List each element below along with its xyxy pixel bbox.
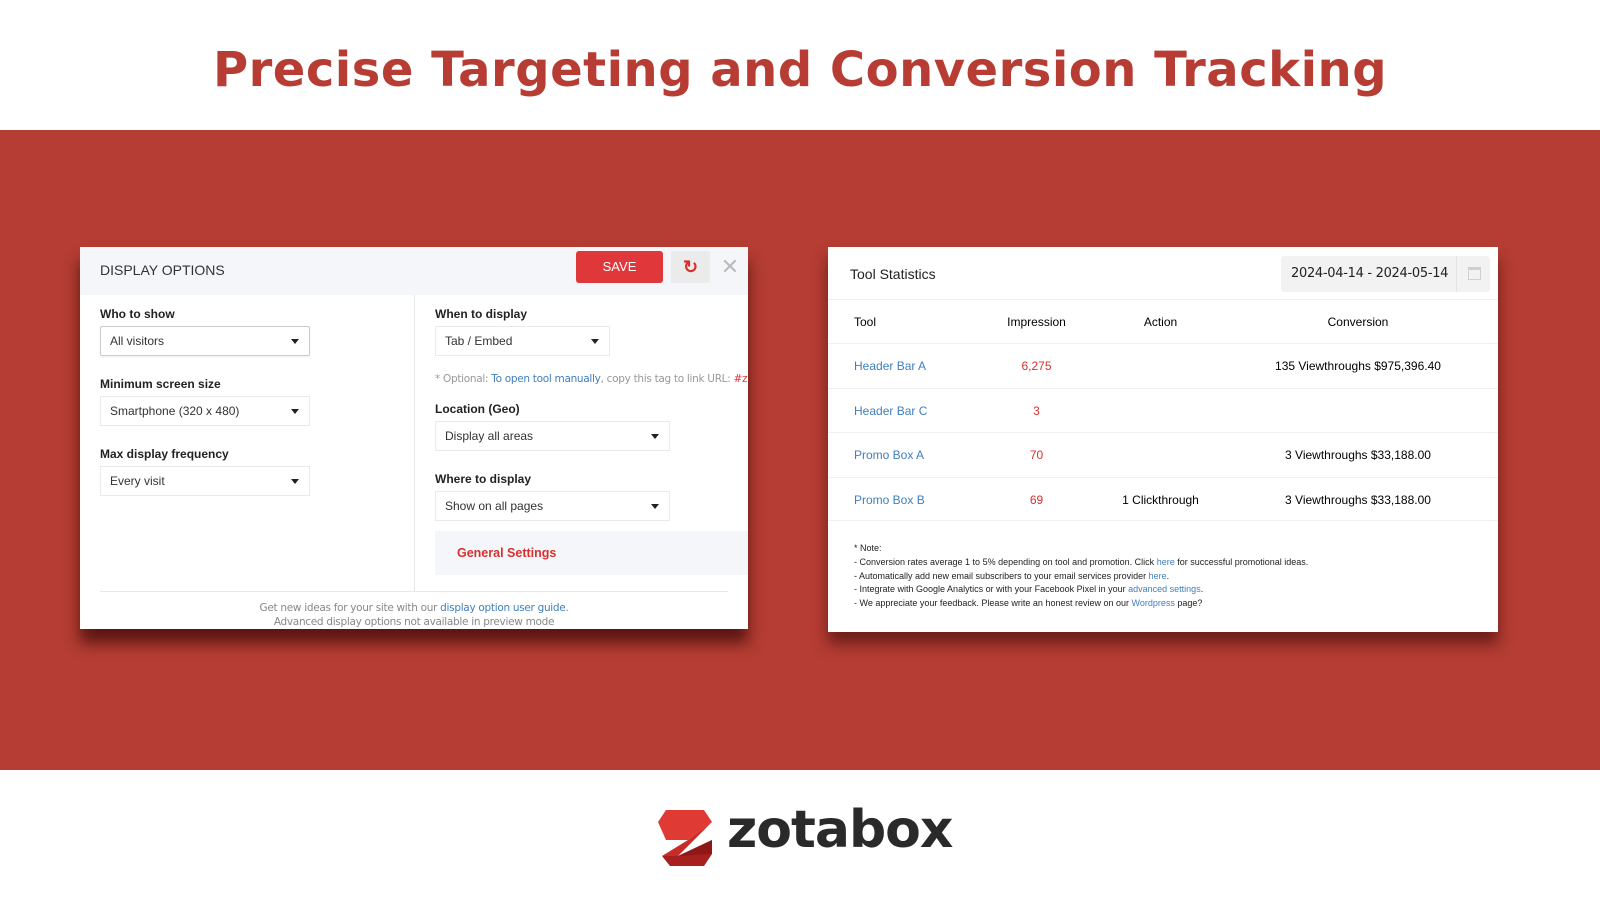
where-to-display-select[interactable]: Show on all pages	[435, 491, 670, 521]
close-icon: ✕	[720, 254, 740, 279]
conversion-value: 135 Viewthroughs $975,396.40	[1275, 359, 1441, 373]
save-button[interactable]: SAVE	[576, 251, 663, 283]
refresh-icon: ↻	[682, 257, 699, 277]
min-screen-size-value: Smartphone (320 x 480)	[110, 404, 240, 418]
when-to-display-value: Tab / Embed	[445, 334, 513, 348]
calendar-button[interactable]	[1456, 256, 1490, 292]
max-frequency-value: Every visit	[110, 474, 165, 488]
table-row: Promo Box A 70 3 Viewthroughs $33,188.00	[828, 432, 1498, 477]
location-label: Location (Geo)	[435, 402, 520, 416]
note-text: - We appreciate your feedback. Please wr…	[854, 598, 1132, 609]
min-screen-size-label: Minimum screen size	[100, 377, 221, 391]
impression-value: 69	[1029, 492, 1044, 507]
chevron-down-icon	[291, 409, 299, 414]
note-text: - Conversion rates average 1 to 5% depen…	[854, 556, 1157, 567]
widget-tag: #zbwid-1095586	[733, 373, 748, 385]
column-header-tool: Tool	[854, 315, 877, 329]
optional-note-middle: , copy this tag to link URL:	[600, 373, 734, 385]
note-line: - We appreciate your feedback. Please wr…	[854, 597, 1308, 611]
left-column: Who to show All visitors Minimum screen …	[100, 295, 415, 591]
table-row: Promo Box B 69 1 Clickthrough 3 Viewthro…	[828, 476, 1498, 521]
column-header-action: Action	[1143, 315, 1178, 329]
close-button[interactable]: ✕	[718, 253, 742, 281]
page-headline: Precise Targeting and Conversion Trackin…	[212, 42, 1388, 98]
optional-note: * Optional: To open tool manually, copy …	[435, 373, 748, 385]
open-tool-manually-link[interactable]: To open tool manually	[491, 373, 601, 385]
action-value: 1 Clickthrough	[1122, 492, 1199, 507]
date-range-value: 2024-04-14 - 2024-05-14	[1291, 266, 1449, 281]
note-text: for successful promotional ideas.	[1174, 556, 1309, 567]
chevron-down-icon	[651, 434, 659, 439]
table-row: Header Bar C 3	[828, 387, 1498, 433]
tool-name-link[interactable]: Promo Box B	[854, 493, 925, 507]
zotabox-logo-text: zotabox	[727, 800, 953, 860]
email-provider-link[interactable]: here	[1149, 571, 1167, 581]
who-to-show-label: Who to show	[100, 307, 175, 321]
note-line: - Integrate with Google Analytics or wit…	[854, 583, 1308, 597]
column-header-conversion: Conversion	[1327, 315, 1389, 329]
min-screen-size-select[interactable]: Smartphone (320 x 480)	[100, 396, 310, 426]
column-header-impression: Impression	[1007, 315, 1066, 329]
impression-value: 3	[1033, 403, 1040, 418]
footer-text: Get new ideas for your site with our	[259, 602, 441, 614]
note-line: - Conversion rates average 1 to 5% depen…	[854, 556, 1308, 570]
max-frequency-label: Max display frequency	[100, 447, 229, 461]
display-options-body: Who to show All visitors Minimum screen …	[80, 295, 748, 591]
general-settings-accordion[interactable]: General Settings	[435, 531, 748, 575]
header-area: Precise Targeting and Conversion Trackin…	[0, 0, 1600, 130]
date-range-picker[interactable]: 2024-04-14 - 2024-05-14	[1281, 256, 1490, 292]
who-to-show-value: All visitors	[110, 334, 165, 348]
impression-value: 70	[1029, 448, 1044, 462]
optional-note-prefix: * Optional:	[435, 373, 492, 385]
where-to-display-label: Where to display	[435, 472, 532, 486]
display-options-footer: Get new ideas for your site with our dis…	[100, 591, 728, 628]
chevron-down-icon	[651, 504, 659, 509]
notes-heading: * Note:	[854, 543, 882, 553]
footer-period: .	[565, 602, 569, 614]
display-options-header: DISPLAY OPTIONS SAVE ↻ ✕	[80, 247, 748, 295]
table-header-row: Tool Impression Action Conversion	[828, 299, 1498, 343]
chevron-down-icon	[291, 479, 299, 484]
when-to-display-label: When to display	[435, 307, 528, 321]
conversion-value: 3 Viewthroughs $33,188.00	[1285, 492, 1431, 507]
note-text: page?	[1174, 598, 1203, 609]
tool-statistics-title: Tool Statistics	[850, 266, 936, 282]
note-text: .	[1200, 584, 1204, 595]
footer-line-1: Get new ideas for your site with our dis…	[100, 602, 728, 614]
chevron-down-icon	[591, 339, 599, 344]
preview-mode-notice: Advanced display options not available i…	[273, 616, 555, 628]
chevron-down-icon	[291, 339, 299, 344]
user-guide-link[interactable]: display option user guide	[440, 602, 566, 614]
advanced-settings-link[interactable]: advanced settings	[1128, 584, 1201, 594]
conversion-value: 3 Viewthroughs $33,188.00	[1285, 448, 1431, 462]
note-text: .	[1166, 570, 1170, 581]
where-to-display-value: Show on all pages	[445, 499, 544, 513]
zotabox-logo-icon	[658, 810, 712, 866]
tool-statistics-panel: Tool Statistics 2024-04-14 - 2024-05-14 …	[828, 247, 1498, 632]
note-line: - Automatically add new email subscriber…	[854, 570, 1308, 584]
location-value: Display all areas	[445, 429, 534, 443]
statistics-table: Tool Impression Action Conversion Header…	[828, 299, 1498, 521]
max-frequency-select[interactable]: Every visit	[100, 466, 310, 496]
note-text: - Integrate with Google Analytics or wit…	[854, 584, 1129, 595]
refresh-button[interactable]: ↻	[671, 251, 710, 283]
note-text: - Automatically add new email subscriber…	[854, 570, 1149, 581]
statistics-notes: * Note: - Conversion rates average 1 to …	[854, 542, 1308, 611]
calendar-icon	[1468, 267, 1481, 280]
tool-name-link[interactable]: Promo Box A	[854, 448, 924, 462]
location-select[interactable]: Display all areas	[435, 421, 670, 451]
when-to-display-select[interactable]: Tab / Embed	[435, 326, 610, 356]
promo-ideas-link[interactable]: here	[1157, 557, 1175, 567]
display-options-title: DISPLAY OPTIONS	[100, 262, 225, 278]
general-settings-label: General Settings	[457, 546, 557, 560]
who-to-show-select[interactable]: All visitors	[100, 326, 310, 356]
tool-name-link[interactable]: Header Bar C	[854, 404, 927, 418]
table-row: Header Bar A 6,275 135 Viewthroughs $975…	[828, 343, 1498, 388]
display-options-panel: DISPLAY OPTIONS SAVE ↻ ✕ Who to show All…	[80, 247, 748, 629]
impression-value: 6,275	[1021, 359, 1052, 373]
wordpress-link[interactable]: Wordpress	[1131, 598, 1174, 608]
tool-name-link[interactable]: Header Bar A	[854, 359, 926, 373]
